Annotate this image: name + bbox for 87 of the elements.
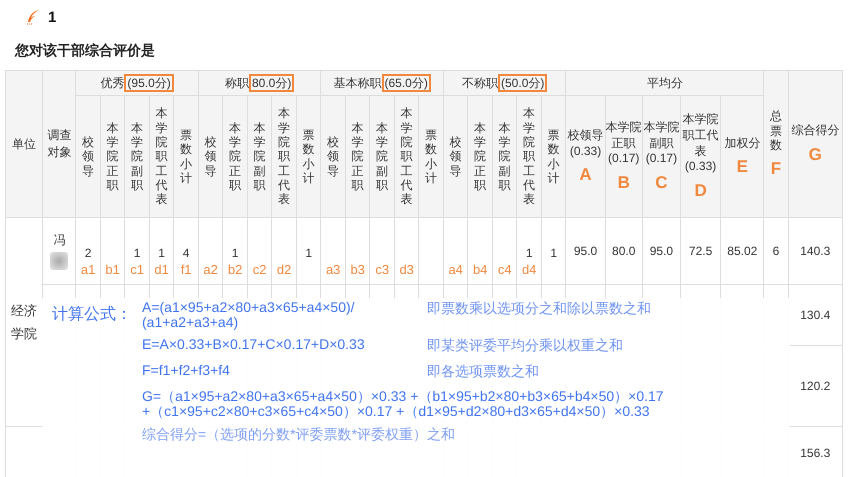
column-header: 本学院副职 — [376, 120, 388, 192]
group-header: 不称职 — [462, 76, 498, 90]
score-label: (95.0分) — [124, 74, 174, 92]
column-header: 校领导 — [82, 134, 94, 178]
feather-icon — [26, 9, 40, 25]
group-header: 基本称职 — [334, 76, 382, 90]
formula-text: E=A×0.33+B×0.17+C×0.17+D×0.33 — [142, 337, 366, 354]
formula-variable: d1 — [153, 262, 170, 278]
formula-variable: a3 — [324, 262, 342, 278]
vote-count: 1 — [549, 246, 558, 262]
column-header: 票数小计 — [302, 128, 315, 186]
formula-text: 综合得分=（选项的分数*评委票数*评委权重）之和 — [142, 426, 456, 442]
column-header: 本学院职工代表 (0.33) D — [680, 96, 721, 218]
average-score: 85.02 — [727, 244, 758, 258]
column-header: 本学院正职 — [352, 120, 364, 192]
column-header: 本学院副职 — [498, 120, 511, 192]
formula-variable: a4 — [447, 262, 464, 278]
formula-variable: c4 — [496, 262, 513, 278]
column-header: 本学院副职 (0.17) C — [642, 96, 680, 218]
column-header: 本学院正职 — [474, 120, 486, 192]
column-header: 单位 — [6, 70, 43, 218]
formula-variable: f1 — [180, 262, 193, 278]
formula-variable: a1 — [80, 262, 96, 278]
vote-count: 1 — [304, 246, 313, 262]
group-header: 称职 — [224, 76, 249, 90]
formula-variable: b1 — [104, 262, 121, 278]
column-header: 调查对象 — [42, 70, 76, 218]
formula-variable: c1 — [129, 262, 145, 278]
unit-name: 经济学院 — [11, 302, 38, 343]
average-score: 80.0 — [612, 244, 636, 258]
question-title: 您对该干部综合评价是 — [14, 41, 156, 60]
group-header: 优秀 — [100, 76, 124, 90]
column-header: 本学院副职 — [131, 120, 144, 192]
column-header: 本学院职工代表 — [278, 106, 290, 207]
column-header: 校领导 — [327, 134, 340, 178]
column-header: 本学院正职 — [106, 120, 119, 192]
score-label: (65.0分) — [382, 74, 431, 92]
formula-variable: b4 — [472, 262, 488, 278]
person-name: 冯 — [53, 232, 66, 249]
formula-variable: c2 — [252, 262, 268, 278]
column-header: 票数小计 — [548, 128, 560, 186]
column-header: 本学院职工代表 — [156, 106, 168, 207]
column-header: 票数小计 — [180, 128, 192, 186]
average-score: 95.0 — [574, 244, 598, 258]
formula-note: 即各选项票数之和 — [427, 363, 540, 382]
formula-variable: d4 — [520, 262, 538, 278]
vote-count: 4 — [182, 246, 190, 262]
total-votes: 6 — [772, 244, 780, 258]
formula-text: A=(a1×95+a2×80+a3×65+a4×50)/ (a1+a2+a3+a4) — [142, 300, 356, 330]
composite-score: 156.3 — [800, 446, 830, 460]
column-header: 综合得分 G — [788, 70, 842, 218]
formula-text: F=f1+f2+f3+f4 — [142, 363, 231, 380]
composite-score: 120.2 — [800, 379, 830, 393]
column-header: 加权分 E — [720, 96, 764, 218]
column-header: 本学院正职 — [229, 120, 242, 192]
vote-count: 1 — [524, 246, 534, 262]
formula-variable: b2 — [226, 262, 244, 278]
formula-variable: c3 — [374, 262, 390, 278]
composite-score: 140.3 — [800, 244, 830, 258]
formula-variable: a2 — [202, 262, 219, 278]
formula-variable: b3 — [349, 262, 366, 278]
average-score: 72.5 — [688, 244, 712, 258]
formula-title: 计算公式： — [51, 304, 133, 326]
column-header: 本学院正职 (0.17) B — [605, 96, 642, 218]
composite-score: 130.4 — [800, 308, 830, 322]
column-header: 总票数 F — [764, 70, 788, 218]
group-header: 平均分 — [566, 70, 764, 96]
vote-count: 1 — [132, 246, 142, 262]
formula-variable: d2 — [276, 262, 292, 278]
formula-text: G=（a1×95+a2×80+a3×65+a4×50）×0.33 +（b1×95+b2×80+b3×65+b4×50）×0.17 +（c1×95+c2×80+c3×65+c4×50）×0.17 +（d1×95+d2×80+d3×65+d4×50）×0.33 — [142, 389, 665, 419]
column-header: 本学院职工代表 — [523, 106, 536, 207]
formula-note: 即某类评委平均分乘以权重之和 — [427, 337, 624, 356]
column-header: 校领导 — [204, 134, 217, 178]
score-label: (50.0分) — [498, 74, 548, 92]
average-score: 95.0 — [650, 244, 674, 258]
vote-count: 1 — [157, 246, 166, 262]
column-header: 校领导 — [450, 134, 462, 178]
column-header: 本学院职工代表 — [400, 106, 413, 207]
score-label: 80.0分) — [248, 74, 294, 92]
formula-note: 即票数乘以选项分之和除以票数之和 — [427, 300, 652, 318]
column-header: 票数小计 — [425, 128, 438, 186]
vote-count: 1 — [230, 246, 240, 262]
vote-count: 2 — [84, 246, 92, 262]
column-header: 本学院副职 — [254, 120, 266, 192]
question-number: 1 — [48, 8, 56, 26]
column-header: 校领导 (0.33) A — [566, 96, 606, 218]
formula-variable: d3 — [398, 262, 415, 278]
